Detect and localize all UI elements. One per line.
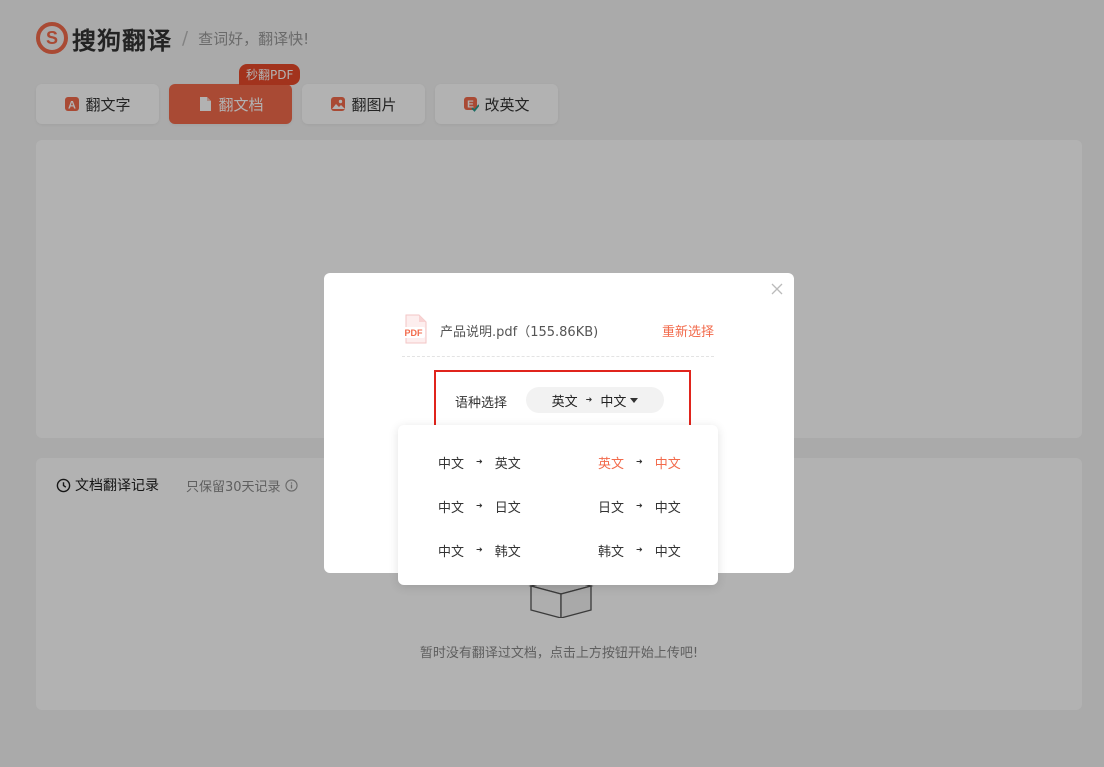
arrow-right-icon: ➜ bbox=[476, 457, 483, 466]
lang-option-zh-ko[interactable]: 中文 ➜ 韩文 bbox=[438, 541, 521, 560]
close-icon[interactable] bbox=[770, 281, 784, 295]
svg-text:PDF: PDF bbox=[405, 328, 424, 338]
language-select-dropdown[interactable]: 英文 ➜ 中文 bbox=[526, 387, 664, 413]
option-to: 日文 bbox=[494, 501, 521, 516]
source-language: 英文 bbox=[551, 394, 578, 410]
arrow-right-icon: ➜ bbox=[636, 545, 643, 554]
arrow-right-icon: ➜ bbox=[636, 501, 643, 510]
file-name: 产品说明.pdf（155.86KB) bbox=[440, 325, 599, 340]
option-to: 韩文 bbox=[494, 545, 521, 560]
arrow-right-icon: ➜ bbox=[636, 457, 643, 466]
option-from: 韩文 bbox=[598, 545, 625, 560]
lang-option-zh-ja[interactable]: 中文 ➜ 日文 bbox=[438, 497, 521, 516]
file-row: PDF 产品说明.pdf（155.86KB) 重新选择 bbox=[402, 313, 714, 357]
option-to: 中文 bbox=[654, 501, 681, 516]
arrow-right-icon: ➜ bbox=[476, 545, 483, 554]
pdf-file-icon: PDF bbox=[402, 314, 427, 344]
chevron-down-icon bbox=[630, 397, 639, 403]
option-to: 中文 bbox=[654, 545, 681, 560]
option-from: 日文 bbox=[598, 501, 625, 516]
reselect-button[interactable]: 重新选择 bbox=[662, 321, 714, 340]
option-to: 中文 bbox=[654, 457, 681, 472]
target-language: 中文 bbox=[600, 394, 627, 410]
lang-option-en-zh[interactable]: 英文 ➜ 中文 bbox=[598, 453, 681, 472]
option-from: 英文 bbox=[598, 457, 625, 472]
lang-option-ko-zh[interactable]: 韩文 ➜ 中文 bbox=[598, 541, 681, 560]
option-from: 中文 bbox=[438, 457, 465, 472]
arrow-right-icon: ➜ bbox=[585, 394, 593, 404]
language-label: 语种选择 bbox=[455, 396, 508, 411]
option-from: 中文 bbox=[438, 545, 465, 560]
language-options-dropdown: 中文 ➜ 英文 英文 ➜ 中文 中文 ➜ 日文 日文 ➜ 中文 中文 ➜ 韩文 … bbox=[398, 425, 718, 585]
lang-option-zh-en[interactable]: 中文 ➜ 英文 bbox=[438, 453, 521, 472]
arrow-right-icon: ➜ bbox=[476, 501, 483, 510]
option-to: 英文 bbox=[494, 457, 521, 472]
lang-option-ja-zh[interactable]: 日文 ➜ 中文 bbox=[598, 497, 681, 516]
option-from: 中文 bbox=[438, 501, 465, 516]
language-selector-highlight: 语种选择 英文 ➜ 中文 bbox=[434, 370, 691, 429]
